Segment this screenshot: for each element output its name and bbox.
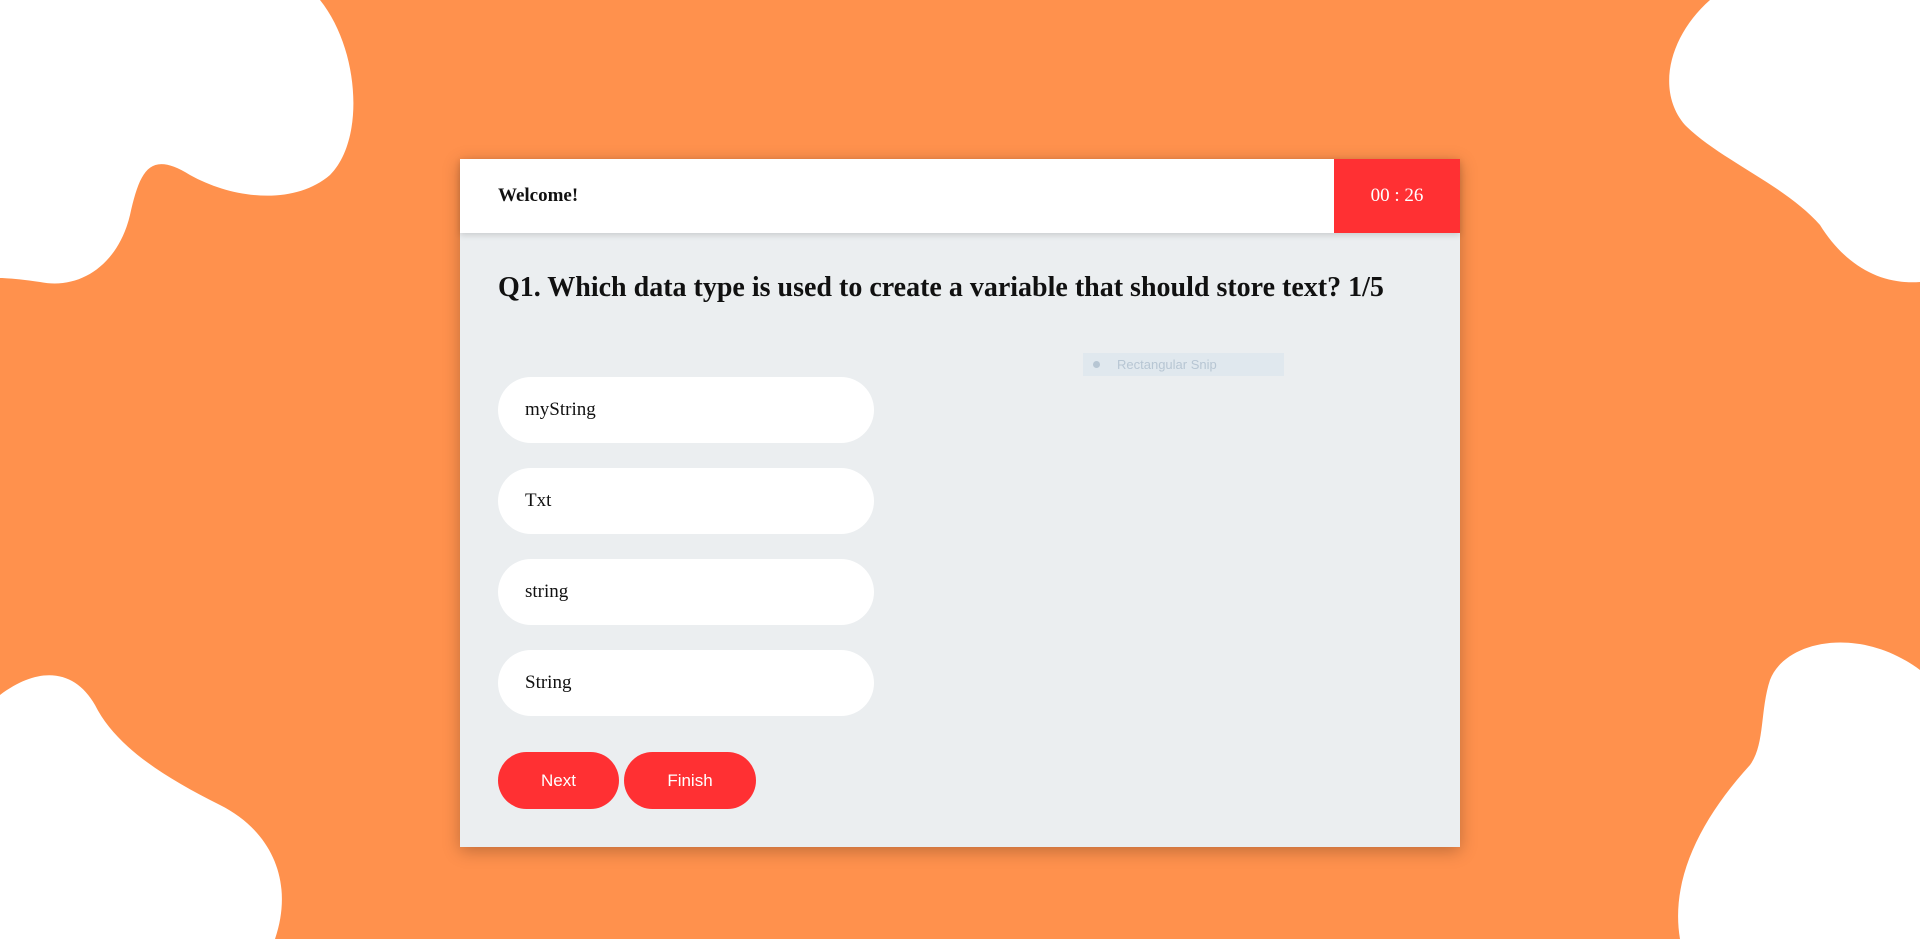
welcome-label: Welcome! bbox=[498, 185, 579, 206]
timer-display: 00 : 26 bbox=[1334, 159, 1460, 233]
snip-record-icon bbox=[1093, 361, 1100, 368]
answer-option[interactable]: Txt bbox=[498, 468, 874, 534]
answer-option[interactable]: String bbox=[498, 650, 874, 716]
blob-top-left bbox=[0, 0, 354, 284]
quiz-header: Welcome! 00 : 26 bbox=[460, 159, 1460, 233]
finish-button[interactable]: Finish bbox=[624, 752, 756, 809]
snipping-tool-overlay: Rectangular Snip bbox=[1083, 353, 1284, 376]
next-button[interactable]: Next bbox=[498, 752, 619, 809]
blob-top-right bbox=[1669, 0, 1920, 283]
quiz-card: Welcome! 00 : 26 Q1. Which data type is … bbox=[460, 159, 1460, 847]
action-buttons: Next Finish bbox=[498, 752, 756, 809]
answer-options: myString Txt string String bbox=[498, 377, 874, 741]
blob-bottom-right bbox=[1678, 642, 1920, 939]
blob-bottom-left bbox=[0, 675, 282, 939]
answer-option[interactable]: myString bbox=[498, 377, 874, 443]
answer-option[interactable]: string bbox=[498, 559, 874, 625]
snip-mode-label: Rectangular Snip bbox=[1117, 357, 1217, 372]
question-text: Q1. Which data type is used to create a … bbox=[498, 272, 1384, 303]
